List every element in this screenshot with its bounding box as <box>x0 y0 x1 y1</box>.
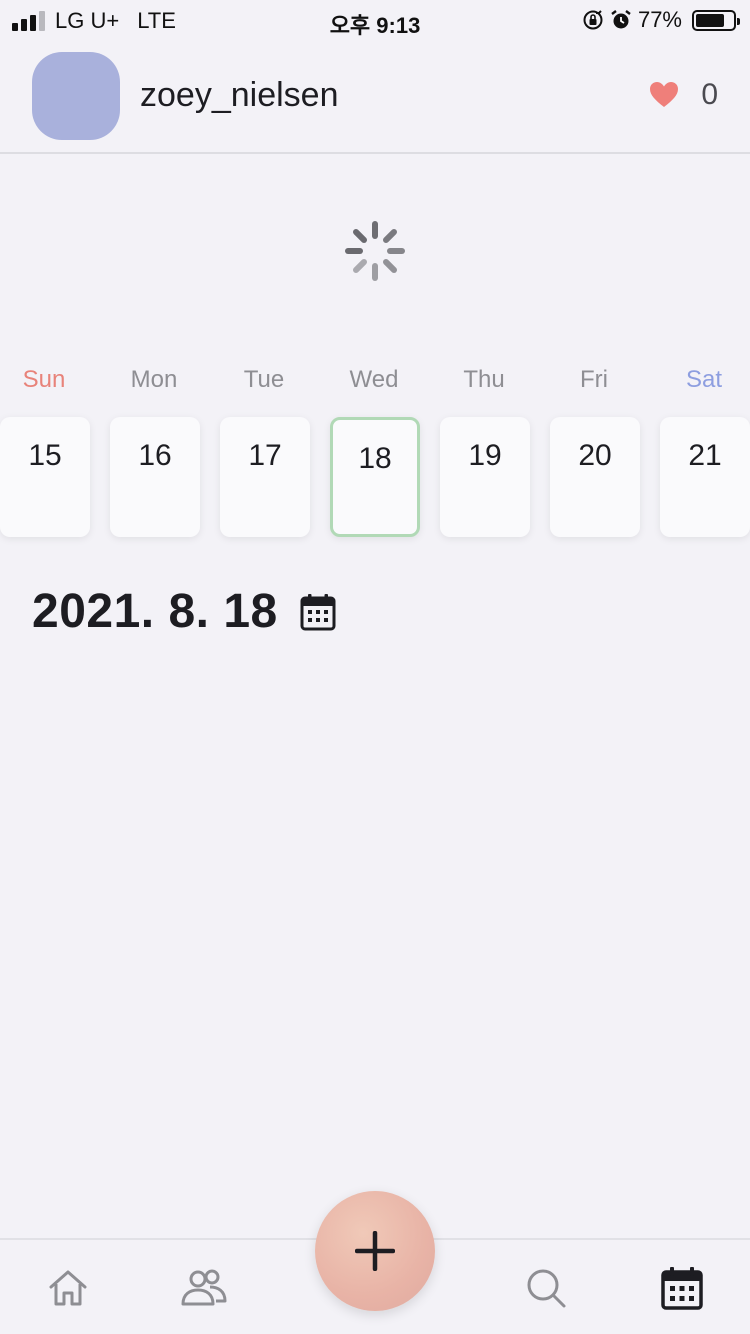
day-card-17[interactable]: 17 <box>220 417 310 537</box>
battery-icon <box>692 9 740 31</box>
date-heading-row: 2021. 8. 18 <box>32 584 336 639</box>
battery-percent: 77% <box>637 7 682 32</box>
likes-counter[interactable]: 0 <box>649 78 718 112</box>
calendar-icon[interactable] <box>660 1266 704 1310</box>
like-count: 0 <box>701 78 718 111</box>
weekday-sat: Sat <box>685 366 723 393</box>
weekday-sun: Sun <box>22 366 66 393</box>
day-card-19[interactable]: 19 <box>440 417 530 537</box>
day-card-18-selected[interactable]: 18 <box>330 417 420 537</box>
search-icon[interactable] <box>524 1266 568 1310</box>
alarm-icon <box>611 10 631 29</box>
weekday-thu: Thu <box>463 366 505 393</box>
loading-spinner-icon <box>345 221 405 281</box>
friends-icon[interactable] <box>180 1266 228 1310</box>
profile-header: zoey_nielsen 0 <box>0 40 750 154</box>
status-bar: LG U+ LTE 오후 9:13 77% <box>0 0 750 40</box>
calendar-picker-icon[interactable] <box>300 593 336 631</box>
avatar[interactable] <box>32 52 120 140</box>
weekday-fri: Fri <box>580 366 608 393</box>
app-screen: LG U+ LTE 오후 9:13 77% zoey_nielsen 0 Sun… <box>0 0 750 1334</box>
weekday-tue: Tue <box>243 366 285 393</box>
add-icon <box>355 1231 395 1271</box>
weekday-wed: Wed <box>349 366 399 393</box>
rotation-lock-icon <box>583 10 603 30</box>
add-button[interactable] <box>315 1191 435 1311</box>
day-card-21[interactable]: 21 <box>660 417 750 537</box>
weekday-row: Sun Mon Tue Wed Thu Fri Sat <box>0 366 750 396</box>
day-card-15[interactable]: 15 <box>0 417 90 537</box>
date-heading: 2021. 8. 18 <box>32 585 278 638</box>
username[interactable]: zoey_nielsen <box>140 76 338 115</box>
heart-icon <box>650 82 679 107</box>
weekday-mon: Mon <box>130 366 178 393</box>
day-card-20[interactable]: 20 <box>550 417 640 537</box>
status-right: 77% <box>582 7 740 33</box>
week-day-cards: 15 16 17 18 19 20 21 <box>0 417 750 537</box>
day-card-16[interactable]: 16 <box>110 417 200 537</box>
home-icon[interactable] <box>46 1266 90 1310</box>
